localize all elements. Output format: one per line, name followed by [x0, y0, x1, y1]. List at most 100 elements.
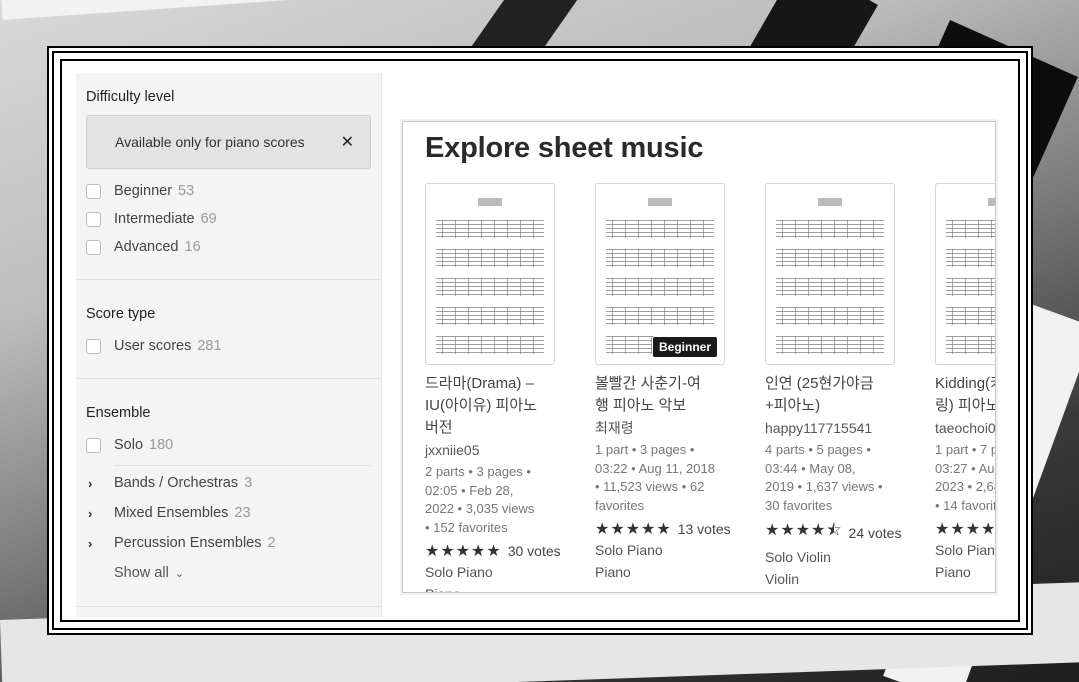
score-meta-line: 2 parts • 3 pages •	[425, 464, 531, 479]
score-instrumentation: Solo Piano	[425, 564, 493, 580]
score-thumbnail[interactable]: Ad	[935, 183, 995, 365]
chevron-right-icon: ›	[88, 475, 93, 491]
filter-group-percussion[interactable]: › Percussion Ensembles 2	[86, 528, 371, 558]
score-title[interactable]: 볼빨간 사춘기-여 행 피아노 악보	[595, 373, 725, 417]
checkbox[interactable]	[86, 239, 101, 255]
score-thumbnail[interactable]	[765, 183, 895, 365]
group-count: 2	[267, 535, 276, 551]
score-card[interactable]: Ad Kidding(키링) 피아노 taeochoi08 1 part • 7…	[935, 183, 996, 592]
filter-sidebar: Difficulty level Available only for pian…	[76, 73, 382, 617]
score-card[interactable]: 드라마(Drama) – IU(아이유) 피아노버전 jxxniie05 2 pa…	[425, 183, 561, 592]
rating: ★★★★★ 30 votes	[425, 541, 561, 561]
rating-stars: ★★★★★	[425, 543, 502, 560]
score-author[interactable]: happy117715541	[765, 417, 895, 439]
group-count: 23	[234, 505, 251, 521]
filter-group-bands[interactable]: › Bands / Orchestras 3	[86, 468, 371, 498]
score-meta-line: 03:22 • Aug 11, 2018	[595, 460, 715, 476]
score-meta: 2 parts • 3 pages • 02:05 • Feb 28, 2022 •…	[425, 463, 555, 537]
notice-text: Available only for piano scores	[115, 134, 305, 150]
score-title-line: 버전	[425, 419, 453, 436]
score-title[interactable]: 인연 (25현가야금 +피아노)	[765, 373, 895, 417]
difficulty-notice: Available only for piano scores ✕	[86, 115, 371, 169]
score-instrumentation: Solo Piano	[595, 542, 663, 558]
explore-panel: Explore sheet music 드라마(Drama) – IU(아이유) …	[402, 121, 996, 593]
score-meta-line: 2019 • 1,637 views •	[765, 479, 883, 494]
score-meta: 1 part • 3 pages • 03:22 • Aug 11, 2018 • …	[595, 441, 725, 515]
score-meta: 4 parts • 5 pages • 03:44 • May 08, 2019 •…	[765, 441, 895, 515]
score-card[interactable]: Beginner 볼빨간 사춘기-여 행 피아노 악보 최재령 1 part • …	[595, 183, 731, 592]
score-author[interactable]: taeochoi08	[935, 417, 995, 439]
option-label: User scores	[114, 338, 192, 354]
filter-option-advanced[interactable]: Advanced 16	[86, 233, 371, 261]
checkbox[interactable]	[86, 437, 101, 453]
group-count: 3	[244, 475, 253, 491]
checkbox[interactable]	[86, 211, 101, 227]
close-icon[interactable]: ✕	[341, 132, 354, 152]
filter-option-beginner[interactable]: Beginner 53	[86, 177, 371, 205]
score-thumbnail[interactable]: Beginner	[595, 183, 725, 365]
score-meta-line: • 14 favorites	[935, 497, 995, 513]
option-label: Beginner	[114, 183, 173, 199]
score-title[interactable]: 드라마(Drama) – IU(아이유) 피아노버전	[425, 373, 555, 439]
score-meta: 1 part • 7 pages 03:27 • Aug 2023 • 2,64 • …	[935, 441, 996, 515]
filter-option-intermediate[interactable]: Intermediate 69	[86, 205, 371, 233]
chevron-right-icon: ›	[88, 505, 93, 521]
rating-stars: ★★★★★	[595, 521, 672, 538]
score-part: Piano	[935, 564, 971, 580]
score-title[interactable]: Kidding(키링) 피아노	[935, 373, 995, 417]
checkbox[interactable]	[86, 338, 101, 354]
option-count: 16	[184, 239, 201, 255]
group-label: Mixed Ensembles	[114, 505, 229, 521]
score-instrumentation: Solo Violin	[765, 549, 831, 565]
score-title-line: IU(아이유) 피아노	[425, 397, 537, 414]
score-meta-line: 1 part • 7 pages	[935, 442, 995, 457]
score-meta-line: • 11,523 views • 62	[595, 479, 705, 494]
score-part: Violin	[765, 571, 799, 587]
score-meta-line: 03:44 • May 08,	[765, 460, 856, 476]
score-author[interactable]: jxxniie05	[425, 439, 555, 461]
score-meta-line: 03:27 • Aug	[935, 460, 996, 476]
score-part: Piano	[595, 564, 631, 580]
score-meta-line: 02:05 • Feb 28,	[425, 482, 514, 498]
rating: ★★★★⯪ 24 votes	[765, 519, 901, 546]
rating-votes: 30 votes	[507, 543, 561, 559]
rating-stars: ★★★★	[935, 521, 996, 538]
score-instrumentation: Solo Piano	[935, 542, 996, 558]
score-meta-line: 1 part • 3 pages •	[595, 442, 695, 457]
option-label: Advanced	[114, 239, 179, 255]
ensemble-title: Ensemble	[86, 405, 151, 421]
chevron-down-icon: ⌄	[174, 567, 185, 580]
score-meta-line: 2023 • 2,64	[935, 479, 996, 494]
option-label: Solo	[114, 437, 144, 453]
rating-votes: 13 votes	[677, 521, 731, 537]
difficulty-title: Difficulty level	[86, 89, 175, 105]
score-author[interactable]: 최재령	[595, 417, 725, 439]
filter-group-mixed[interactable]: › Mixed Ensembles 23	[86, 498, 371, 528]
score-card[interactable]: 인연 (25현가야금 +피아노) happy117715541 4 parts •…	[765, 183, 901, 592]
show-all-label: Show all	[114, 565, 169, 581]
score-title-line: 행 피아노 악보	[595, 397, 687, 414]
score-meta-line: 4 parts • 5 pages •	[765, 442, 871, 457]
show-all-button[interactable]: Show all ⌄	[114, 558, 371, 588]
rating: ★★★★	[935, 519, 996, 539]
filter-option-solo[interactable]: Solo 180	[86, 431, 371, 459]
score-meta-line: 30 favorites	[765, 497, 833, 513]
divider	[76, 606, 381, 607]
group-label: Bands / Orchestras	[114, 475, 239, 491]
filter-option-user-scores[interactable]: User scores 281	[86, 332, 371, 360]
rating: ★★★★★ 13 votes	[595, 519, 731, 539]
score-title-line: +피아노)	[765, 397, 821, 414]
score-title-line: 드라마(Drama) –	[425, 375, 534, 392]
rating-stars: ★★★★⯪	[765, 522, 843, 539]
score-meta-line: favorites	[595, 497, 645, 513]
score-type-title: Score type	[86, 306, 156, 322]
rating-votes: 24 votes	[848, 524, 902, 541]
checkbox[interactable]	[86, 183, 101, 199]
score-meta-line: • 152 favorites	[425, 519, 508, 535]
option-label: Intermediate	[114, 211, 195, 227]
divider	[76, 378, 381, 379]
score-card-list: 드라마(Drama) – IU(아이유) 피아노버전 jxxniie05 2 pa…	[425, 183, 996, 592]
group-label: Percussion Ensembles	[114, 535, 262, 551]
option-count: 69	[200, 211, 217, 227]
score-thumbnail[interactable]	[425, 183, 555, 365]
